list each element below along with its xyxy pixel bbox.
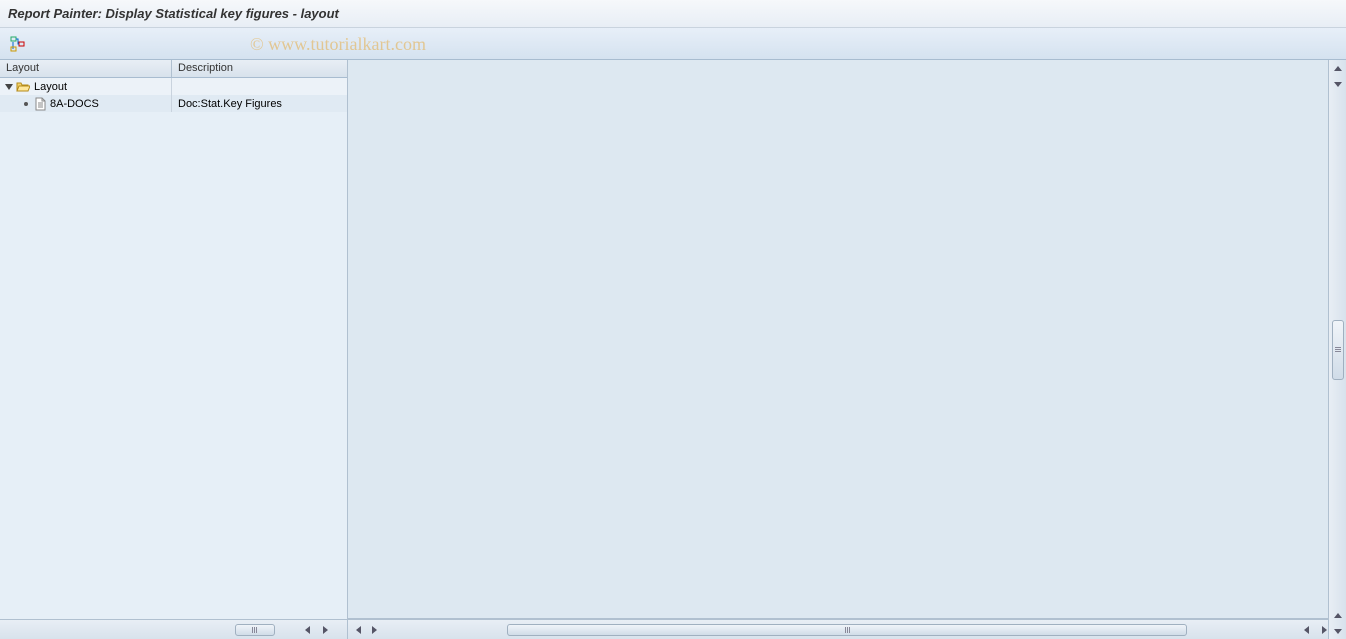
tree-column-headers: Layout Description [0, 60, 347, 78]
vscroll-up-button[interactable] [1330, 60, 1346, 76]
tree-leaf-bullet-icon [24, 102, 28, 106]
tree-child-label: 8A-DOCS [50, 98, 99, 110]
right-hscroll-thumb[interactable] [507, 624, 1187, 636]
vscroll-thumb[interactable] [1332, 320, 1344, 380]
right-content-area [348, 60, 1346, 619]
left-hscroll-thumb[interactable] [235, 624, 275, 636]
right-panel-hscrollbar [348, 619, 1346, 639]
left-hscroll-left-button[interactable] [299, 622, 315, 638]
tree-layout-icon [10, 36, 26, 52]
vertical-scrollbar [1328, 60, 1346, 639]
tree-root-description [172, 78, 347, 95]
right-content-panel [348, 60, 1346, 639]
right-hscroll-track[interactable] [384, 620, 1310, 639]
vscroll-up-button-bottom[interactable] [1330, 607, 1346, 623]
right-hscroll-far-left-button[interactable] [350, 622, 366, 638]
left-navigation-panel: Layout Description Layout [0, 60, 348, 639]
tree-root-label: Layout [34, 81, 67, 93]
column-header-description[interactable]: Description [172, 60, 347, 77]
right-hscroll-step-right-button[interactable] [366, 622, 382, 638]
tree-toggle-root[interactable] [4, 82, 14, 92]
page-title: Report Painter: Display Statistical key … [8, 6, 339, 21]
tree-child-description: Doc:Stat.Key Figures [172, 95, 347, 112]
right-hscroll-left-button[interactable] [1298, 622, 1314, 638]
vscroll-down-step-button[interactable] [1330, 76, 1346, 92]
vscroll-down-button[interactable] [1330, 623, 1346, 639]
tree-child-row[interactable]: 8A-DOCS Doc:Stat.Key Figures [0, 95, 347, 112]
column-header-layout[interactable]: Layout [0, 60, 172, 77]
vscroll-track[interactable] [1329, 92, 1346, 607]
tree-root-row[interactable]: Layout [0, 78, 347, 95]
tree-area: Layout 8A-DOCS Doc:Stat.Key Figure [0, 78, 347, 619]
title-bar: Report Painter: Display Statistical key … [0, 0, 1346, 28]
tree-expand-button[interactable] [8, 34, 28, 54]
app-toolbar [0, 28, 1346, 60]
content-area: Layout Description Layout [0, 60, 1346, 639]
folder-open-icon [16, 81, 30, 93]
left-panel-hscrollbar [0, 619, 347, 639]
left-hscroll-right-button[interactable] [317, 622, 333, 638]
document-icon [34, 97, 46, 111]
